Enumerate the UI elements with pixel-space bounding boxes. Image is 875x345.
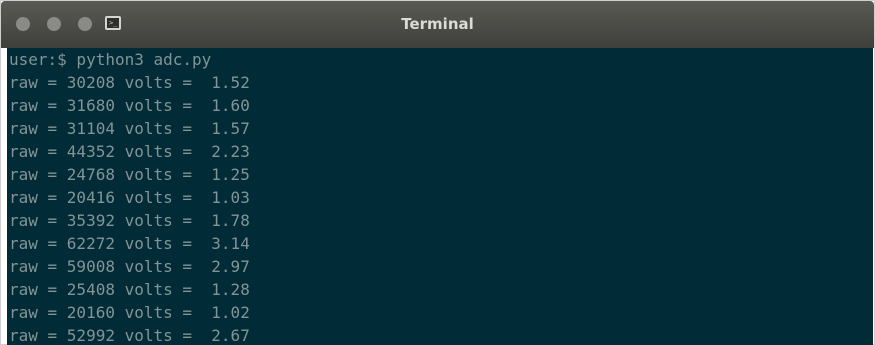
output-line: raw = 62272 volts = 3.14 (9, 234, 250, 253)
output-line: raw = 25408 volts = 1.28 (9, 280, 250, 299)
output-line: raw = 20416 volts = 1.03 (9, 188, 250, 207)
output-line: raw = 59008 volts = 2.97 (9, 257, 250, 276)
output-line: raw = 20160 volts = 1.02 (9, 303, 250, 322)
output-line: raw = 30208 volts = 1.52 (9, 73, 250, 92)
command-prompt-line: user:$ python3 adc.py (9, 50, 212, 69)
output-line: raw = 24768 volts = 1.25 (9, 165, 250, 184)
output-line: raw = 44352 volts = 2.23 (9, 142, 250, 161)
output-line: raw = 31680 volts = 1.60 (9, 96, 250, 115)
terminal-window: >_ Terminal user:$ python3 adc.py raw = … (0, 0, 875, 345)
output-line: raw = 35392 volts = 1.78 (9, 211, 250, 230)
output-line: raw = 52992 volts = 2.67 (9, 326, 250, 345)
title-bar[interactable]: >_ Terminal (1, 1, 874, 48)
terminal-output[interactable]: user:$ python3 adc.py raw = 30208 volts … (7, 48, 873, 345)
output-line: raw = 31104 volts = 1.57 (9, 119, 250, 138)
window-title: Terminal (401, 15, 474, 33)
